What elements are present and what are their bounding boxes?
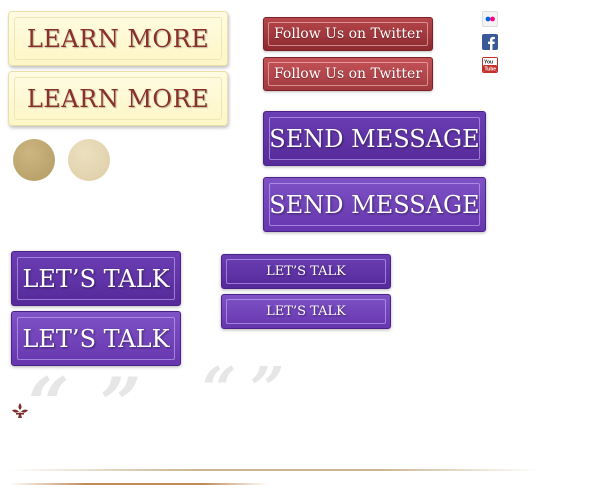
lets-talk-label: LET’S TALK <box>22 324 170 353</box>
open-quote-medium: “ <box>202 355 237 425</box>
close-quote-medium: ” <box>250 355 285 425</box>
learn-more-button[interactable]: LEARN MORE <box>8 11 228 66</box>
lets-talk-label: LET’S TALK <box>266 304 346 319</box>
learn-more-label: LEARN MORE <box>26 24 210 53</box>
divider-line <box>8 469 538 471</box>
facebook-icon[interactable] <box>482 34 498 50</box>
send-message-label: SEND MESSAGE <box>269 190 480 219</box>
lets-talk-label: LET’S TALK <box>22 264 170 293</box>
send-message-button-hover[interactable]: SEND MESSAGE <box>263 177 486 232</box>
flickr-icon[interactable] <box>482 11 498 27</box>
learn-more-button-hover[interactable]: LEARN MORE <box>8 71 228 126</box>
follow-twitter-label: Follow Us on Twitter <box>273 66 423 82</box>
gold-circle-light[interactable] <box>68 139 110 181</box>
divider-line-short <box>8 483 268 485</box>
lets-talk-button-large[interactable]: LET’S TALK <box>11 251 181 306</box>
follow-twitter-button-hover[interactable]: Follow Us on Twitter <box>263 57 433 91</box>
close-quote-large: ” <box>100 361 142 446</box>
gold-circle-dark[interactable] <box>13 139 55 181</box>
follow-twitter-label: Follow Us on Twitter <box>273 26 423 42</box>
learn-more-label: LEARN MORE <box>26 84 210 113</box>
lets-talk-label: LET’S TALK <box>266 264 346 279</box>
svg-text:You: You <box>484 60 493 66</box>
youtube-icon[interactable]: You Tube <box>482 57 498 73</box>
lets-talk-button-large-hover[interactable]: LET’S TALK <box>11 311 181 366</box>
fleur-ornament-icon <box>10 401 30 421</box>
send-message-label: SEND MESSAGE <box>269 124 480 153</box>
open-quote-large: “ <box>28 361 70 446</box>
send-message-button[interactable]: SEND MESSAGE <box>263 111 486 166</box>
lets-talk-button-small-hover[interactable]: LET’S TALK <box>221 294 391 329</box>
follow-twitter-button[interactable]: Follow Us on Twitter <box>263 17 433 51</box>
svg-text:Tube: Tube <box>485 67 497 73</box>
lets-talk-button-small[interactable]: LET’S TALK <box>221 254 391 289</box>
